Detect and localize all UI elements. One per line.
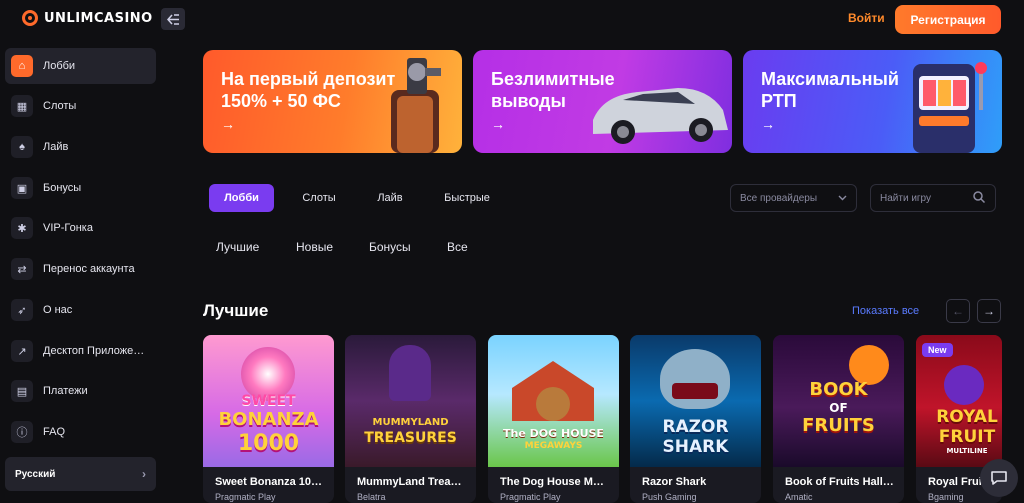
sidebar-item-label: Лобби [43,60,76,72]
chevron-right-icon: › [142,467,146,481]
info-icon: ⓘ [11,421,33,443]
filter-all[interactable]: Все [447,240,468,254]
logo[interactable]: UNLIMCASINO [22,10,153,26]
sidebar-item-lobby[interactable]: ⌂ Лобби [5,48,156,84]
collapse-icon [166,13,179,25]
top-bar: UNLIMCASINO Войти Регистрация [0,0,1024,38]
sidebar-item-live[interactable]: ♠ Лайв [5,129,156,165]
banner-unlimited-withdrawals[interactable]: Безлимитные выводы → [473,50,732,153]
new-badge: New [922,343,953,357]
game-thumbnail: BOOK OF FRUITS [773,335,904,467]
game-provider: Push Gaming [642,492,697,502]
chevron-down-icon [838,195,847,201]
search-icon[interactable] [972,190,986,204]
sidebar-item-label: Платежи [43,385,88,397]
sidebar-item-label: FAQ [43,426,66,438]
sidebar-item-label: Десктоп Приложе… [43,345,145,357]
sidebar: ⌂ Лобби ▦ Слоты ♠ Лайв ▣ Бонусы ✱ VIP-Го… [0,42,165,503]
logo-text: UNLIMCASINO [44,10,153,26]
game-title: The Dog House M… [500,476,604,488]
gift-icon: ▣ [11,177,33,199]
game-card[interactable]: BOOK OF FRUITS Book of Fruits Hall… Amat… [773,335,904,503]
login-link[interactable]: Войти [848,11,885,25]
external-link-icon: ↗ [11,340,33,362]
game-title: Royal Fruit [928,476,986,488]
game-thumbnail: RAZOR SHARK [630,335,761,467]
banner-title: Максимальный РТП [761,69,899,111]
filter-bonuses[interactable]: Бонусы [369,240,411,254]
slot-machine-illustration [913,62,987,153]
next-button[interactable]: → [977,299,1001,323]
sidebar-item-label: VIP-Гонка [43,222,93,234]
sidebar-item-bonuses[interactable]: ▣ Бонусы [5,170,156,206]
sidebar-item-label: О нас [43,304,73,316]
filter-new[interactable]: Новые [296,240,333,254]
sidebar-item-faq[interactable]: ⓘ FAQ [5,414,156,450]
grid-icon: ▦ [11,95,33,117]
tab-live[interactable]: Лайв [362,184,418,212]
game-thumbnail: SWEET BONANZA 1000 [203,335,334,467]
banner-max-rtp[interactable]: Максимальный РТП → [743,50,1002,153]
arrow-left-icon: ← [952,304,964,318]
chat-icon [991,471,1007,485]
language-label: Русский [15,468,56,480]
arrow-right-icon: → [491,116,505,132]
game-card[interactable]: SWEET BONANZA 1000 Sweet Bonanza 10… Pra… [203,335,334,503]
sidebar-item-label: Бонусы [43,182,82,194]
tab-fast[interactable]: Быстрые [432,184,502,212]
tab-slots[interactable]: Слоты [290,184,348,212]
register-button[interactable]: Регистрация [895,5,1001,34]
dog-illustration [536,387,570,421]
game-title: Sweet Bonanza 10… [215,476,322,488]
provider-select-value: Все провайдеры [740,192,818,204]
grapes-illustration [944,365,984,405]
show-all-link[interactable]: Показать все [852,305,919,317]
arrow-right-icon: → [983,304,995,318]
logo-icon [22,10,38,26]
sidebar-item-label: Лайв [43,141,69,153]
collapse-sidebar-button[interactable] [161,8,185,30]
sidebar-item-desktop-app[interactable]: ↗ Десктоп Приложе… [5,333,156,369]
chat-button[interactable] [980,459,1018,497]
sidebar-item-vip-race[interactable]: ✱ VIP-Гонка [5,210,156,246]
sidebar-item-slots[interactable]: ▦ Слоты [5,88,156,124]
game-thumbnail: The DOG HOUSE MEGAWAYS [488,335,619,467]
sidebar-item-label: Перенос аккаунта [43,263,135,275]
language-select[interactable]: Русский › [5,457,156,491]
banner-first-deposit[interactable]: На первый депозит 150% + 50 ФС → [203,50,462,153]
previous-button[interactable]: ← [946,299,970,323]
home-icon: ⌂ [11,55,33,77]
sidebar-item-label: Слоты [43,100,77,112]
game-provider: Amatic [785,492,813,502]
game-provider: Pragmatic Play [500,492,561,502]
provider-select[interactable]: Все провайдеры [730,184,857,212]
sidebar-item-account-transfer[interactable]: ⇄ Перенос аккаунта [5,251,156,287]
sidebar-item-about[interactable]: ➶ О нас [5,292,156,328]
rocket-icon: ➶ [11,299,33,321]
mummy-illustration [389,345,431,401]
game-title: MummyLand Trea… [357,476,462,488]
spade-icon: ♠ [11,136,33,158]
game-provider: Pragmatic Play [215,492,276,502]
tab-lobby[interactable]: Лобби [209,184,274,212]
game-title: Razor Shark [642,476,707,488]
game-thumbnail: MUMMYLAND TREASURES [345,335,476,467]
game-provider: Belatra [357,492,386,502]
section-title: Лучшие [203,301,269,320]
wallet-icon: ▤ [11,380,33,402]
game-card[interactable]: RAZOR SHARK Razor Shark Push Gaming [630,335,761,503]
transfer-icon: ⇄ [11,258,33,280]
arrow-right-icon: → [221,116,235,132]
trophy-icon: ✱ [11,217,33,239]
game-card[interactable]: The DOG HOUSE MEGAWAYS The Dog House M… … [488,335,619,503]
banner-title: Безлимитные выводы [491,69,615,111]
shark-illustration [660,349,730,409]
game-provider: Bgaming [928,492,964,502]
game-title: Book of Fruits Hall… [785,476,894,488]
game-card[interactable]: MUMMYLAND TREASURES MummyLand Trea… Bela… [345,335,476,503]
arrow-right-icon: → [761,116,775,132]
filter-best[interactable]: Лучшие [216,240,259,254]
sidebar-item-payments[interactable]: ▤ Платежи [5,373,156,409]
banner-title: На первый депозит 150% + 50 ФС [221,69,396,111]
